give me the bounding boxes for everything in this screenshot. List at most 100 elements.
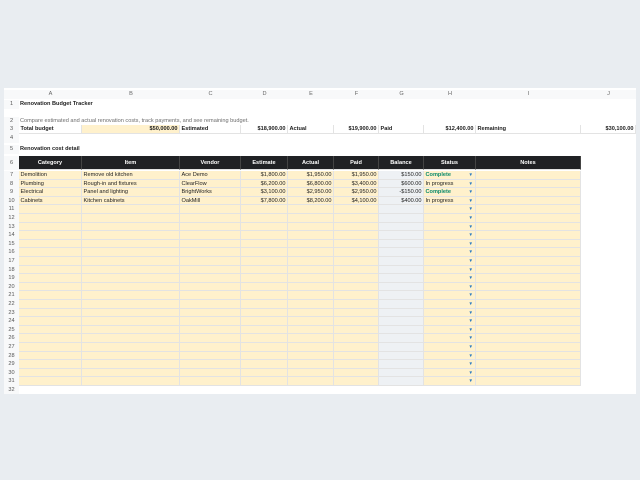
- chevron-down-icon[interactable]: ▼: [469, 257, 473, 265]
- estimated-label[interactable]: Estimated: [180, 125, 241, 134]
- row-number[interactable]: 17: [4, 257, 19, 266]
- actual-cell[interactable]: [288, 282, 334, 292]
- actual-cell[interactable]: $2,950.00: [288, 188, 334, 197]
- notes-cell[interactable]: [476, 248, 581, 257]
- vendor-cell[interactable]: [180, 274, 241, 283]
- estimate-cell[interactable]: [241, 274, 288, 283]
- paid-cell[interactable]: [334, 325, 379, 335]
- balance-cell[interactable]: $400.00: [379, 196, 424, 206]
- column-header-f[interactable]: F: [334, 90, 379, 99]
- category-cell[interactable]: [19, 274, 82, 283]
- paid-cell[interactable]: [334, 222, 379, 232]
- estimate-cell[interactable]: [241, 291, 288, 300]
- estimate-cell[interactable]: [241, 214, 288, 223]
- column-header-i[interactable]: I: [476, 90, 581, 99]
- row-number[interactable]: 9: [4, 188, 19, 197]
- item-cell[interactable]: [82, 360, 180, 369]
- actual-cell[interactable]: [288, 291, 334, 300]
- notes-cell[interactable]: [476, 282, 581, 292]
- paid-cell[interactable]: [334, 343, 379, 352]
- item-cell[interactable]: Rough-in and fixtures: [82, 179, 180, 189]
- notes-cell[interactable]: [476, 360, 581, 369]
- paid-cell[interactable]: [334, 317, 379, 326]
- actual-cell[interactable]: [288, 214, 334, 223]
- row-number[interactable]: 12: [4, 214, 19, 223]
- row-number[interactable]: 23: [4, 308, 19, 318]
- actual-cell[interactable]: [288, 248, 334, 257]
- paid-label[interactable]: Paid: [379, 125, 424, 134]
- category-cell[interactable]: [19, 368, 82, 378]
- header-vendor[interactable]: Vendor: [180, 156, 241, 170]
- row-number[interactable]: 31: [4, 377, 19, 386]
- vendor-cell[interactable]: [180, 239, 241, 249]
- vendor-cell[interactable]: Ace Demo: [180, 171, 241, 180]
- item-cell[interactable]: [82, 317, 180, 326]
- balance-cell[interactable]: [379, 351, 424, 361]
- sheet-title[interactable]: Renovation Budget Tracker: [20, 100, 320, 109]
- chevron-down-icon[interactable]: ▼: [469, 188, 473, 196]
- notes-cell[interactable]: [476, 291, 581, 300]
- actual-cell[interactable]: [288, 351, 334, 361]
- category-cell[interactable]: [19, 239, 82, 249]
- status-cell[interactable]: ▼: [424, 317, 476, 326]
- category-cell[interactable]: [19, 282, 82, 292]
- paid-cell[interactable]: [334, 239, 379, 249]
- column-header-b[interactable]: B: [82, 90, 180, 99]
- paid-cell[interactable]: [334, 368, 379, 378]
- estimate-cell[interactable]: [241, 368, 288, 378]
- balance-cell[interactable]: [379, 308, 424, 318]
- actual-total[interactable]: $19,900.00: [334, 125, 379, 134]
- status-cell[interactable]: ▼: [424, 343, 476, 352]
- vendor-cell[interactable]: [180, 257, 241, 266]
- actual-cell[interactable]: [288, 377, 334, 386]
- category-cell[interactable]: [19, 377, 82, 386]
- item-cell[interactable]: Remove old kitchen: [82, 171, 180, 180]
- row-number[interactable]: 15: [4, 239, 19, 249]
- paid-cell[interactable]: [334, 205, 379, 214]
- balance-cell[interactable]: [379, 274, 424, 283]
- category-cell[interactable]: [19, 205, 82, 214]
- notes-cell[interactable]: [476, 317, 581, 326]
- vendor-cell[interactable]: [180, 231, 241, 240]
- category-cell[interactable]: Cabinets: [19, 196, 82, 206]
- header-actual[interactable]: Actual: [288, 156, 334, 170]
- category-cell[interactable]: [19, 308, 82, 318]
- actual-cell[interactable]: [288, 334, 334, 343]
- category-cell[interactable]: Electrical: [19, 188, 82, 197]
- status-cell[interactable]: ▼: [424, 282, 476, 292]
- estimate-cell[interactable]: [241, 334, 288, 343]
- vendor-cell[interactable]: [180, 282, 241, 292]
- paid-cell[interactable]: [334, 231, 379, 240]
- row-number[interactable]: 27: [4, 343, 19, 352]
- category-cell[interactable]: [19, 257, 82, 266]
- item-cell[interactable]: [82, 265, 180, 275]
- estimate-cell[interactable]: [241, 265, 288, 275]
- balance-cell[interactable]: [379, 248, 424, 257]
- total-budget-label[interactable]: Total budget: [19, 125, 82, 134]
- balance-cell[interactable]: [379, 368, 424, 378]
- notes-cell[interactable]: [476, 214, 581, 223]
- category-cell[interactable]: Plumbing: [19, 179, 82, 189]
- notes-cell[interactable]: [476, 308, 581, 318]
- item-cell[interactable]: [82, 334, 180, 343]
- column-header-j[interactable]: J: [581, 90, 636, 99]
- paid-cell[interactable]: [334, 351, 379, 361]
- vendor-cell[interactable]: [180, 222, 241, 232]
- item-cell[interactable]: [82, 300, 180, 309]
- estimated-total[interactable]: $18,900.00: [241, 125, 288, 134]
- vendor-cell[interactable]: [180, 325, 241, 335]
- notes-cell[interactable]: [476, 257, 581, 266]
- header-category[interactable]: Category: [19, 156, 82, 170]
- status-cell[interactable]: ▼: [424, 334, 476, 343]
- paid-cell[interactable]: [334, 334, 379, 343]
- actual-cell[interactable]: [288, 257, 334, 266]
- paid-cell[interactable]: [334, 265, 379, 275]
- row-number[interactable]: 24: [4, 317, 19, 326]
- actual-cell[interactable]: [288, 343, 334, 352]
- row-number[interactable]: 7: [4, 171, 19, 180]
- row-number[interactable]: 25: [4, 325, 19, 335]
- vendor-cell[interactable]: [180, 300, 241, 309]
- chevron-down-icon[interactable]: ▼: [469, 171, 473, 179]
- balance-cell[interactable]: [379, 291, 424, 300]
- paid-cell[interactable]: [334, 300, 379, 309]
